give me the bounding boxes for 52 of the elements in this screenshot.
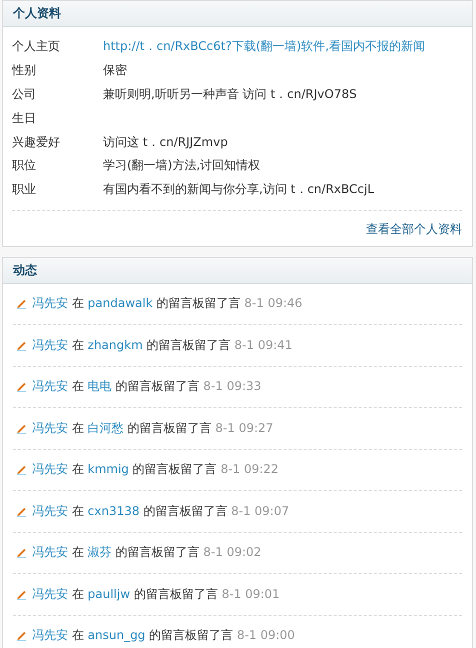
pencil-icon	[16, 381, 27, 392]
field-label: 兴趣爱好	[12, 134, 61, 151]
user-link[interactable]: zhangkm	[88, 338, 143, 352]
pencil-icon	[16, 422, 27, 434]
pencil-icon	[16, 630, 27, 642]
panel-title: 动态	[13, 262, 37, 279]
user-link[interactable]: kmmig	[88, 462, 129, 476]
user-link[interactable]: 白河愁	[88, 420, 124, 435]
user-link[interactable]: 冯先安	[32, 545, 68, 560]
field-label: 职位	[12, 157, 37, 174]
user-link[interactable]: 冯先安	[32, 338, 68, 352]
pencil-icon	[16, 340, 27, 351]
pencil-icon	[16, 464, 27, 476]
panel-title: 个人资料	[13, 5, 61, 22]
activity-text: 冯先安 在 zhangkm 的留言板留了言 8-1 09:41	[32, 336, 292, 354]
user-link[interactable]: cxn3138	[88, 504, 140, 518]
field-value: 保密	[103, 62, 127, 80]
user-link[interactable]: ansun_gg	[88, 628, 146, 642]
field-value: 兼听则明,听听另一种声音 访问 t．cn/RJvO78S	[103, 86, 357, 103]
activity-text: 冯先安 在 ansun_gg 的留言板留了言 8-1 09:00	[32, 627, 295, 644]
activity-text: 冯先安 在 paulljw 的留言板留了言 8-1 09:01	[32, 586, 280, 603]
activity-text: 冯先安 在 kmmig 的留言板留了言 8-1 09:22	[32, 461, 279, 478]
pencil-icon	[16, 298, 27, 310]
user-link[interactable]: 冯先安	[32, 628, 68, 642]
user-link[interactable]: 电电	[88, 379, 112, 394]
field-value: 学习(翻一墙)方法,讨回知情权	[103, 157, 260, 174]
field-label: 生日	[12, 110, 37, 127]
user-link[interactable]: 冯先安	[32, 296, 68, 310]
field-label: 职业	[12, 181, 37, 198]
activity-text: 冯先安 在 淑芬 的留言板留了言 8-1 09:02	[32, 544, 262, 562]
pencil-icon	[16, 506, 27, 517]
activity-text: 冯先安 在 白河愁 的留言板留了言 8-1 09:27	[32, 420, 274, 437]
field-value: 访问这 t．cn/RJJZmvp	[103, 134, 228, 151]
activity-text: 冯先安 在 cxn3138 的留言板留了言 8-1 09:07	[32, 502, 290, 520]
user-link[interactable]: 冯先安	[32, 504, 68, 518]
user-link[interactable]: paulljw	[88, 586, 130, 601]
user-link[interactable]: 冯先安	[32, 586, 68, 601]
activity-text: 冯先安 在 电电 的留言板留了言 8-1 09:33	[32, 378, 262, 396]
field-label: 性别	[12, 62, 37, 80]
user-link[interactable]: 淑芬	[88, 545, 112, 560]
field-value: 有国内看不到的新闻与你分享,访问 t．cn/RxBCcjL	[103, 181, 374, 198]
pencil-icon	[16, 547, 27, 558]
user-link[interactable]: 冯先安	[32, 379, 68, 394]
user-link[interactable]: 冯先安	[32, 462, 68, 476]
field-label: 个人主页	[12, 38, 61, 56]
user-link[interactable]: pandawalk	[88, 296, 153, 310]
view-all-link[interactable]: 查看全部个人资料	[366, 220, 462, 238]
user-link[interactable]: 冯先安	[32, 420, 68, 435]
pencil-icon	[16, 588, 27, 600]
homepage-link[interactable]: http://t．cn/RxBCc6t?下载(翻一墙)软件,看国内不报的新闻	[103, 38, 426, 56]
activity-text: 冯先安 在 pandawalk 的留言板留了言 8-1 09:46	[32, 295, 302, 312]
field-label: 公司	[12, 86, 37, 103]
